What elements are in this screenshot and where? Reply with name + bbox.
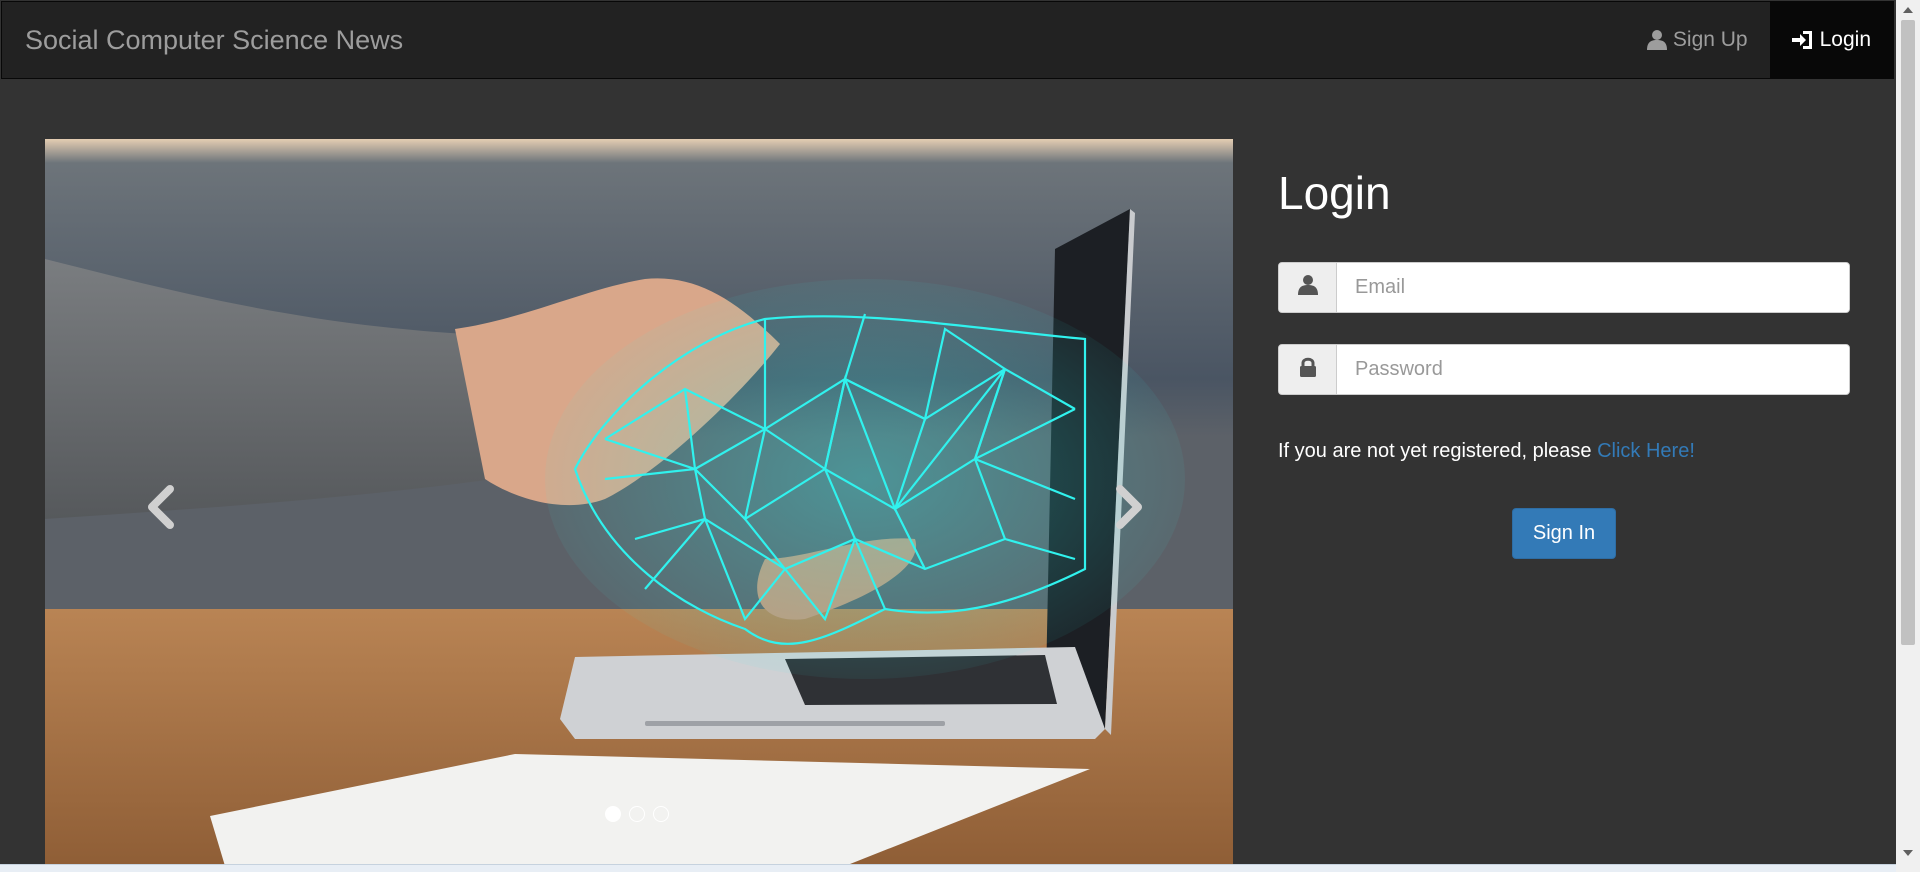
register-link[interactable]: Click Here! [1597,440,1695,462]
image-carousel [45,139,1233,866]
carousel-slide-image [45,139,1233,866]
login-title: Login [1278,167,1391,219]
scroll-up-arrow-icon[interactable] [1896,0,1920,20]
carousel-next-button[interactable] [1100,479,1160,539]
vertical-scrollbar[interactable] [1896,0,1920,872]
nav-login[interactable]: Login [1769,2,1893,78]
chevron-left-icon [144,484,176,534]
nav-links: Sign Up Login [1625,2,1893,78]
nav-signup-label: Sign Up [1672,28,1748,51]
carousel-indicators [605,806,669,822]
password-addon [1279,345,1337,394]
scrollbar-thumb[interactable] [1901,20,1915,645]
email-field[interactable] [1337,263,1849,312]
chevron-right-icon [1114,484,1146,534]
email-input-group [1278,262,1850,313]
scroll-down-arrow-icon[interactable] [1896,843,1920,863]
user-icon [1646,29,1667,51]
navbar: Social Computer Science News Sign Up Log… [1,1,1894,79]
login-icon [1791,30,1814,50]
window-bottom-edge [0,864,1896,872]
user-icon [1297,274,1318,301]
register-prompt: If you are not yet registered, please Cl… [1278,440,1695,463]
register-prompt-text: If you are not yet registered, please [1278,440,1598,462]
nav-login-label: Login [1819,28,1871,51]
sign-in-button[interactable]: Sign In [1512,508,1616,559]
carousel-indicator-1[interactable] [605,806,621,822]
lock-icon [1298,356,1318,383]
brand-title[interactable]: Social Computer Science News [25,25,403,56]
nav-signup[interactable]: Sign Up [1625,2,1770,78]
password-input-group [1278,344,1850,395]
carousel-indicator-3[interactable] [653,806,669,822]
email-addon [1279,263,1337,312]
password-field[interactable] [1337,345,1849,394]
carousel-indicator-2[interactable] [629,806,645,822]
carousel-prev-button[interactable] [130,479,190,539]
